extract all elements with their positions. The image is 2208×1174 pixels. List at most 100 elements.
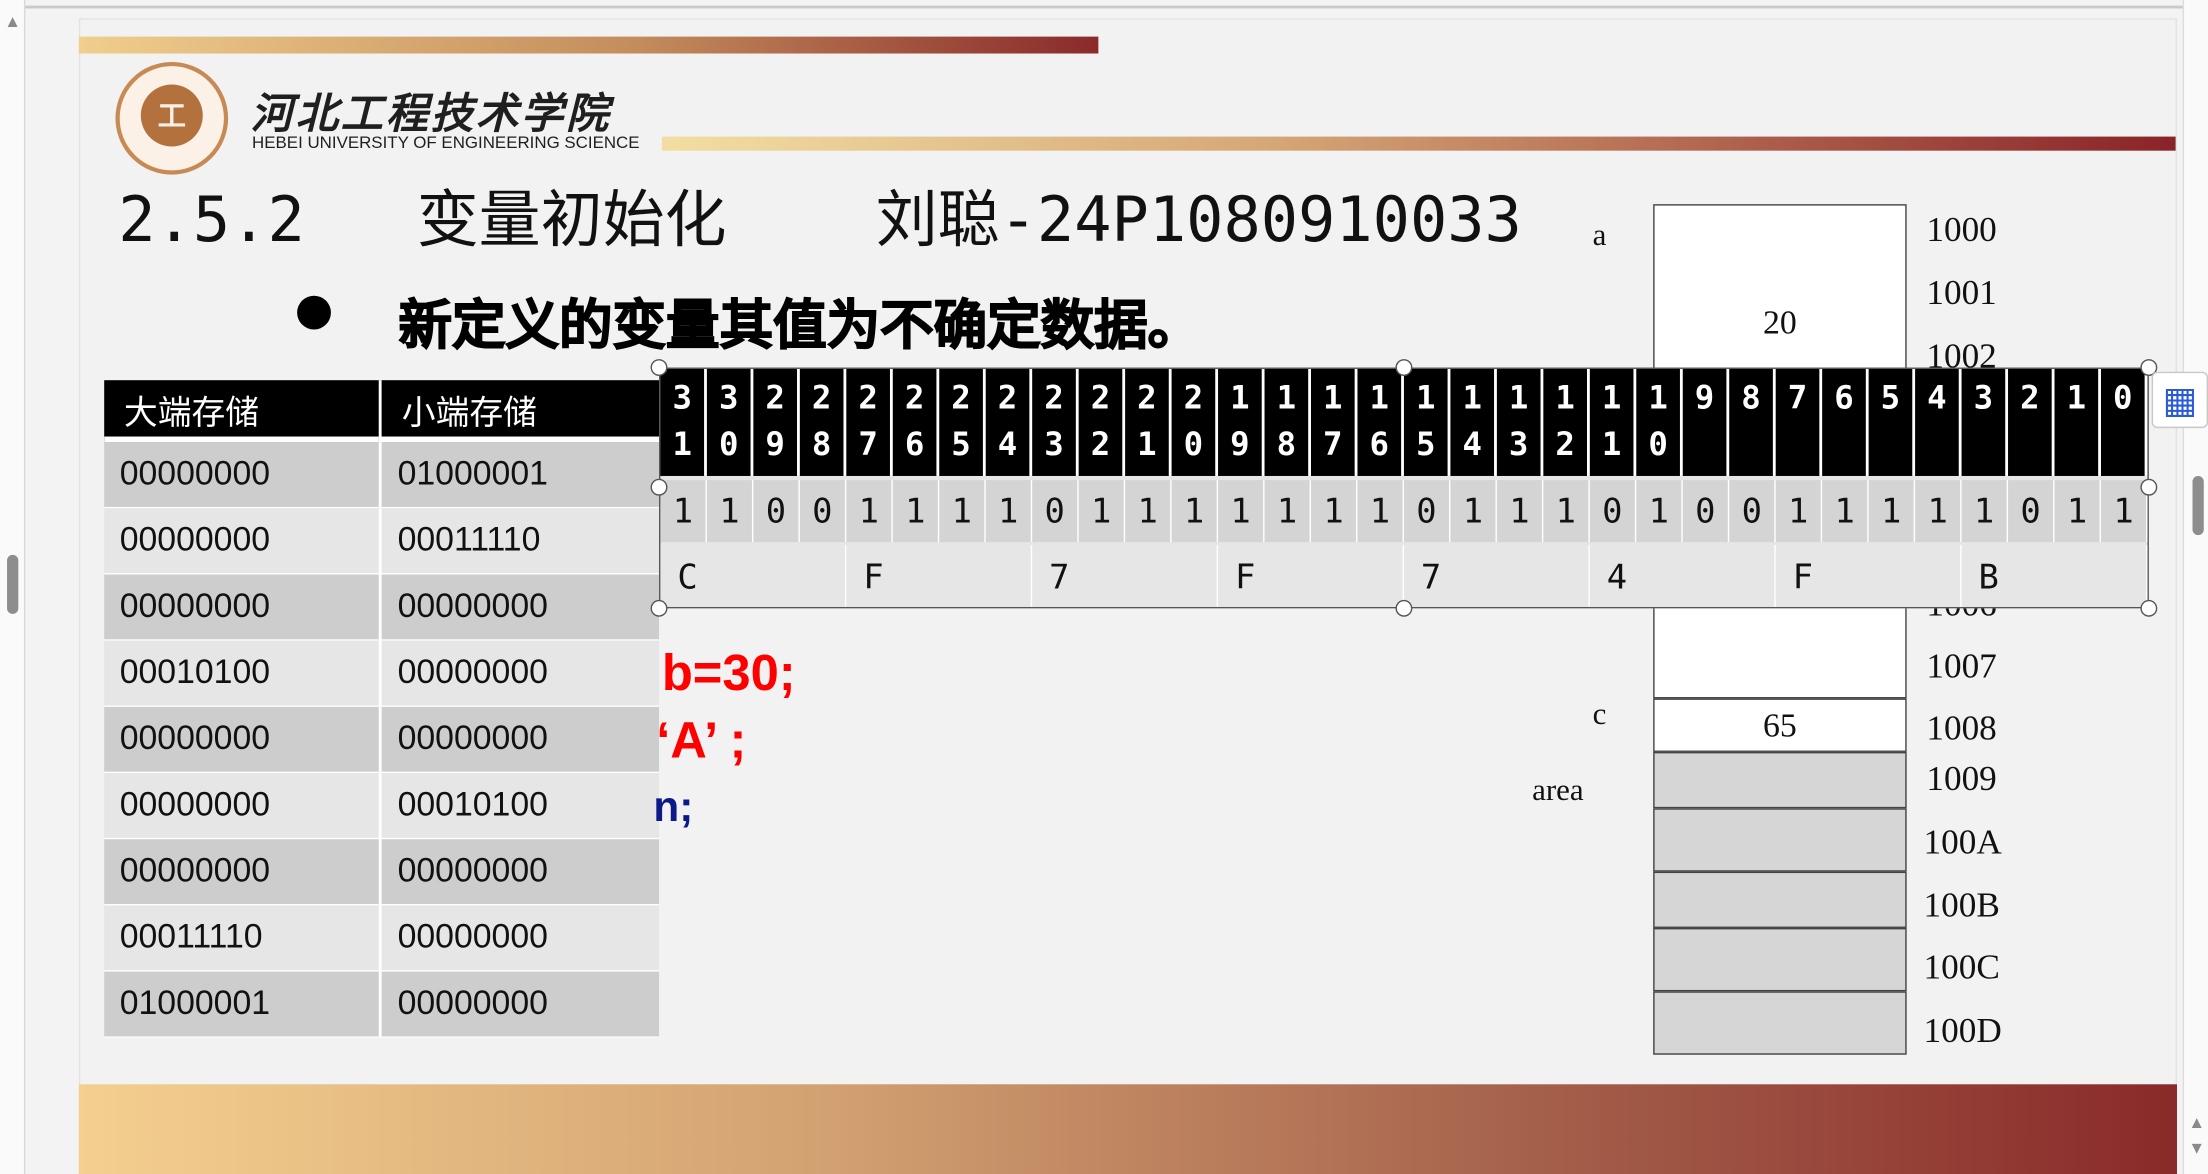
bit-index-cell: 8 — [1729, 368, 1776, 476]
bit-index-cell: 0 — [2101, 368, 2148, 476]
memory-cell-a: 20 — [1653, 204, 1907, 369]
bit-index-cell: 21 — [1125, 368, 1172, 476]
university-name-en: HEBEI UNIVERSITY OF ENGINEERING SCIENCE — [252, 132, 640, 153]
scroll-up-icon[interactable]: ▲ — [2184, 1112, 2208, 1132]
bit-index-row: 3130292827262524232221201918171615141312… — [660, 368, 2148, 476]
column-header-little-endian: 小端存储 — [379, 380, 660, 443]
bit-index-digit: 0 — [2113, 380, 2133, 417]
resize-handle[interactable] — [650, 599, 668, 617]
address-label: 100D — [1923, 1012, 2002, 1051]
resize-handle[interactable] — [650, 359, 668, 376]
bit-index-digit: 2 — [904, 380, 925, 417]
bit-value-cell: 1 — [939, 480, 986, 543]
bit-index-cell: 5 — [1869, 368, 1916, 476]
bit-value-cell: 1 — [1218, 480, 1265, 543]
bit-index-cell: 7 — [1776, 368, 1823, 476]
bit-value-cell: 0 — [1683, 480, 1730, 543]
bit-index-cell: 28 — [800, 368, 847, 476]
table-cell: 00011110 — [104, 905, 380, 972]
endian-table[interactable]: 大端存储 小端存储 00000000 01000001 00000000 00011… — [104, 380, 660, 1038]
right-scrollbar[interactable]: ▲ ▼ — [2182, 0, 2208, 1174]
table-row: 00000000 00010100 — [104, 773, 660, 840]
bit-index-digit: 4 — [997, 426, 1018, 464]
code-line-area: n; — [653, 784, 694, 831]
bit-index-cell: 10 — [1636, 368, 1683, 476]
resize-handle[interactable] — [1395, 359, 1413, 376]
slide-title: 2.5.2 变量初始化 刘聪-24P1080910033 — [118, 184, 1522, 257]
resize-handle[interactable] — [1395, 599, 1413, 617]
bit-value-cell: 1 — [1450, 480, 1497, 543]
table-cell: 01000001 — [104, 971, 380, 1038]
table-row: 00000000 01000001 — [104, 442, 660, 509]
bit-layout-table[interactable]: 3130292827262524232221201918171615141312… — [659, 367, 2149, 609]
bit-value-cell: 1 — [1125, 480, 1172, 543]
memory-cell-gap — [1653, 602, 1907, 699]
bit-index-digit: 6 — [904, 426, 925, 464]
scroll-down-icon[interactable]: ▼ — [2184, 1138, 2208, 1158]
hex-digit-cell: F — [1776, 544, 1962, 607]
table-cell: 00010100 — [104, 640, 380, 707]
table-cell: 00000000 — [104, 574, 380, 641]
table-row: 01000001 00000000 — [104, 971, 660, 1038]
scroll-up-icon[interactable]: ▲ — [0, 11, 25, 31]
bit-value-cell: 1 — [660, 480, 707, 543]
bit-value-cell: 1 — [707, 480, 754, 543]
table-layout-icon[interactable]: ▦ — [2151, 371, 2208, 429]
bit-value-cell: 0 — [800, 480, 847, 543]
address-label: 100A — [1923, 823, 2002, 862]
table-row: 00010100 00000000 — [104, 640, 660, 707]
bit-index-cell: 22 — [1079, 368, 1126, 476]
memory-cell-c: 65 — [1653, 698, 1907, 752]
hex-digit-cell: 7 — [1032, 544, 1219, 607]
hex-digit-cell: 7 — [1404, 544, 1590, 607]
hex-digit-cell: F — [846, 544, 1033, 607]
bit-value-cell: 1 — [1636, 480, 1683, 543]
hex-digit-cell: B — [1962, 544, 2148, 607]
memory-cell-area — [1653, 808, 1907, 872]
bit-index-cell: 18 — [1265, 368, 1311, 476]
bit-index-cell: 29 — [753, 368, 800, 476]
bit-index-digit: 1 — [1508, 380, 1529, 417]
resize-handle[interactable] — [2140, 478, 2158, 496]
resize-handle[interactable] — [2140, 599, 2158, 617]
bit-index-cell: 12 — [1543, 368, 1590, 476]
bit-index-cell: 27 — [846, 368, 893, 476]
right-scroll-thumb[interactable] — [2192, 475, 2204, 536]
table-cell: 00011110 — [379, 508, 660, 575]
bit-index-digit: 0 — [1183, 426, 1204, 464]
bit-value-cell: 1 — [1543, 480, 1590, 543]
table-cell: 00000000 — [379, 839, 660, 906]
bit-index-digit: 2 — [765, 380, 785, 417]
bit-index-digit: 3 — [672, 380, 693, 417]
bit-index-cell: 14 — [1450, 368, 1497, 476]
var-label-area: area — [1532, 771, 1584, 807]
resize-handle[interactable] — [650, 478, 668, 496]
bit-index-cell: 17 — [1311, 368, 1358, 476]
table-cell: 00000000 — [104, 773, 380, 840]
table-cell: 00000000 — [379, 905, 660, 972]
bit-index-digit: 1 — [1230, 380, 1250, 417]
bit-index-digit: 1 — [2066, 380, 2087, 417]
table-row: 00000000 00000000 — [104, 574, 660, 641]
column-header-big-endian: 大端存储 — [104, 380, 380, 443]
table-row: 00011110 00000000 — [104, 905, 660, 972]
bit-index-digit: 5 — [1415, 426, 1436, 464]
bit-index-cell: 3 — [1962, 368, 2009, 476]
bullet-dot-icon — [297, 295, 331, 330]
bit-value-cell: 1 — [1915, 480, 1962, 543]
hex-digit-row: CF7F74FB — [660, 544, 2148, 607]
bit-index-digit: 2 — [1555, 426, 1575, 464]
bit-value-row: 11001111011111110111010011111011 — [660, 480, 2148, 543]
left-scrollbar[interactable]: ▲ — [0, 0, 26, 1174]
bit-index-digit: 2 — [951, 380, 971, 417]
table-row: 00000000 00000000 — [104, 839, 660, 906]
left-scroll-thumb[interactable] — [7, 554, 19, 614]
table-row: 00000000 00011110 — [104, 508, 660, 575]
bit-index-digit: 1 — [1601, 426, 1622, 464]
bit-value-cell: 1 — [1869, 480, 1916, 543]
table-cell: 00000000 — [379, 574, 660, 641]
table-cell: 01000001 — [379, 442, 660, 509]
address-label: 100B — [1923, 887, 2000, 926]
bit-index-digit: 5 — [951, 426, 971, 464]
memory-cell-area — [1653, 871, 1907, 928]
